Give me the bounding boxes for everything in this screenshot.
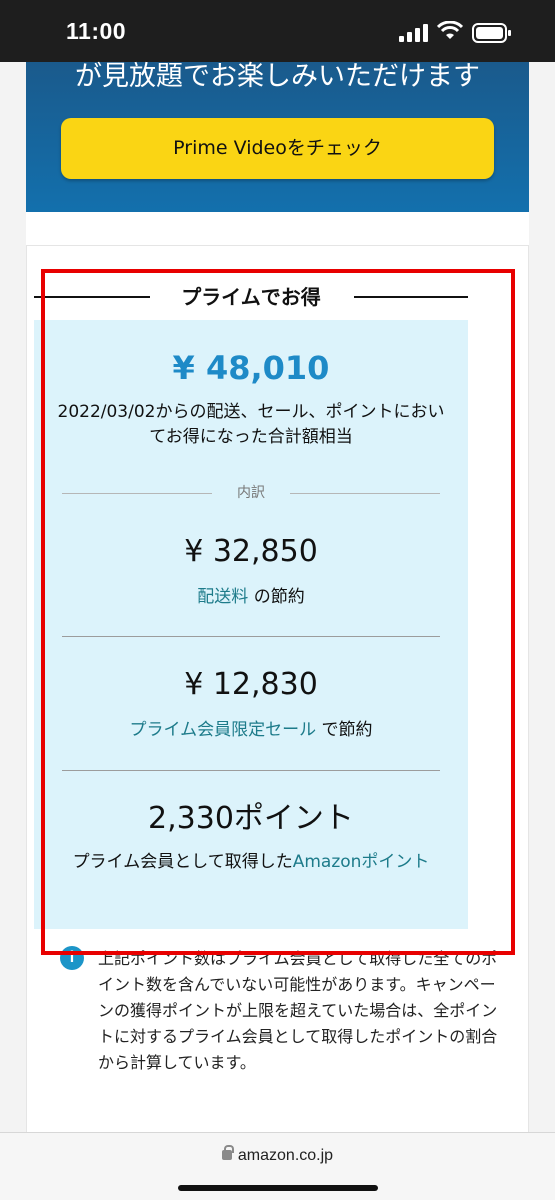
browser-address-bar[interactable]: amazon.co.jp [0, 1132, 555, 1200]
url-text: amazon.co.jp [237, 1147, 334, 1164]
status-bar: 11:00 [0, 0, 555, 62]
battery-icon [472, 23, 511, 43]
savings-summary-box: ¥ 48,010 2022/03/02からの配送、セール、ポイントにおいてお得に… [34, 320, 468, 929]
shipping-savings-suffix: の節約 [253, 587, 305, 607]
sale-savings-suffix: で節約 [321, 720, 373, 740]
wifi-icon [437, 21, 463, 39]
breakdown-rule-right [290, 493, 440, 494]
address-bar-url[interactable]: amazon.co.jp [0, 1145, 555, 1165]
prime-video-check-button[interactable]: Prime Videoをチェック [61, 118, 494, 179]
points-caption-prefix: プライム会員として取得した [72, 852, 293, 872]
info-icon: i [60, 946, 84, 970]
sale-savings-amount: ¥ 12,830 [184, 667, 318, 702]
disclaimer-text: 上記ポイント数はプライム会員として取得した全てのポイント数を含んでいない可能性が… [98, 949, 498, 1072]
item-divider [62, 636, 440, 637]
phone-screen: 11:00 が見放題でお楽しみいただけます Prime Videoをチェック プ… [0, 0, 555, 1200]
shipping-savings-caption: 配送料 の節約 [34, 585, 468, 610]
lock-icon [221, 1145, 234, 1160]
home-indicator[interactable] [178, 1185, 378, 1191]
cellular-signal-icon [399, 24, 428, 42]
total-savings-description: 2022/03/02からの配送、セール、ポイントにおいてお得になった合計額相当 [57, 402, 445, 447]
prime-video-promo: が見放題でお楽しみいただけます Prime Videoをチェック [26, 62, 529, 212]
breakdown-header: 内訳 [62, 482, 440, 504]
total-savings-amount: ¥ 48,010 [172, 349, 330, 387]
title-rule-right [354, 296, 468, 298]
shipping-fee-link[interactable]: 配送料 [197, 587, 248, 607]
prime-exclusive-sale-link[interactable]: プライム会員限定セール [129, 720, 316, 740]
status-time: 11:00 [66, 18, 127, 44]
amazon-points-link[interactable]: Amazonポイント [293, 852, 430, 872]
sale-savings-caption: プライム会員限定セール で節約 [34, 718, 468, 743]
points-earned-caption: プライム会員として取得したAmazonポイント [54, 850, 448, 875]
points-earned-amount: 2,330ポイント [148, 801, 354, 836]
item-divider [62, 770, 440, 771]
shipping-savings-amount: ¥ 32,850 [184, 534, 318, 569]
page-scroll-area[interactable]: が見放題でお楽しみいただけます Prime Videoをチェック プライムでお得… [0, 62, 555, 1145]
promo-headline: が見放題でお楽しみいただけます [75, 61, 480, 92]
savings-section-title: プライムでお得 [34, 282, 468, 312]
